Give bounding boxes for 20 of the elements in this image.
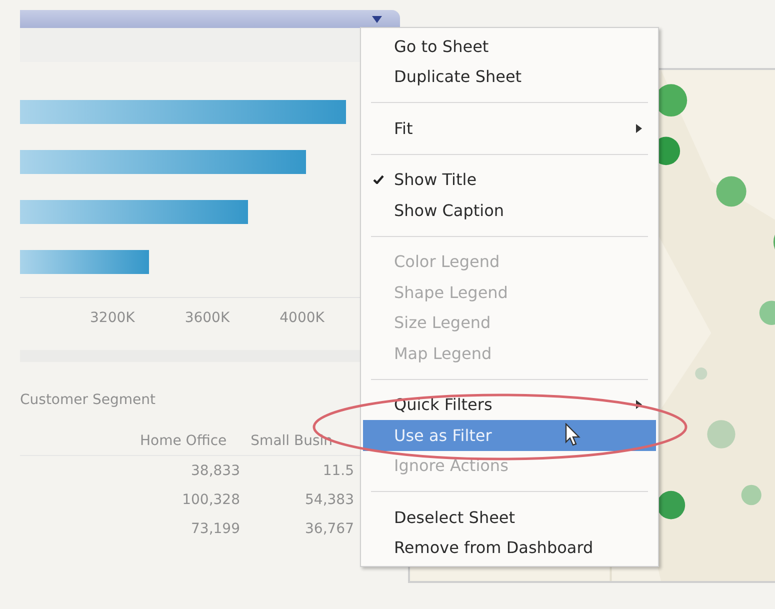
table-cell-text: 38,833 <box>190 462 240 478</box>
table-cell-text: 100,328 <box>181 492 240 508</box>
menu-item[interactable]: Remove from Dashboard <box>363 532 656 563</box>
menu-item[interactable]: Go to Sheet <box>363 31 656 62</box>
caret-icon[interactable] <box>372 16 382 22</box>
table-cell-text: 54,383 <box>304 492 354 508</box>
menu-item[interactable]: Fit <box>363 113 656 144</box>
axis-tick-label: 4000K <box>280 310 324 326</box>
table-cell-text: 73,199 <box>190 520 240 536</box>
table-cell-text: 11.5 <box>322 462 354 478</box>
axis-tick-label: 3200K <box>90 310 135 326</box>
mouse-cursor-icon <box>565 423 581 447</box>
menu-item[interactable]: Deselect Sheet <box>363 502 656 532</box>
table-cell-text: 36,767 <box>304 520 354 536</box>
menu-item[interactable]: Show Caption <box>363 195 656 226</box>
menu-item[interactable]: Show Title <box>363 164 656 195</box>
axis-tick-label: 3600K <box>184 310 230 326</box>
menu-item[interactable]: Duplicate Sheet <box>363 62 656 92</box>
table-title: Customer Segment <box>20 392 156 408</box>
column-header: Home Office <box>140 432 227 448</box>
